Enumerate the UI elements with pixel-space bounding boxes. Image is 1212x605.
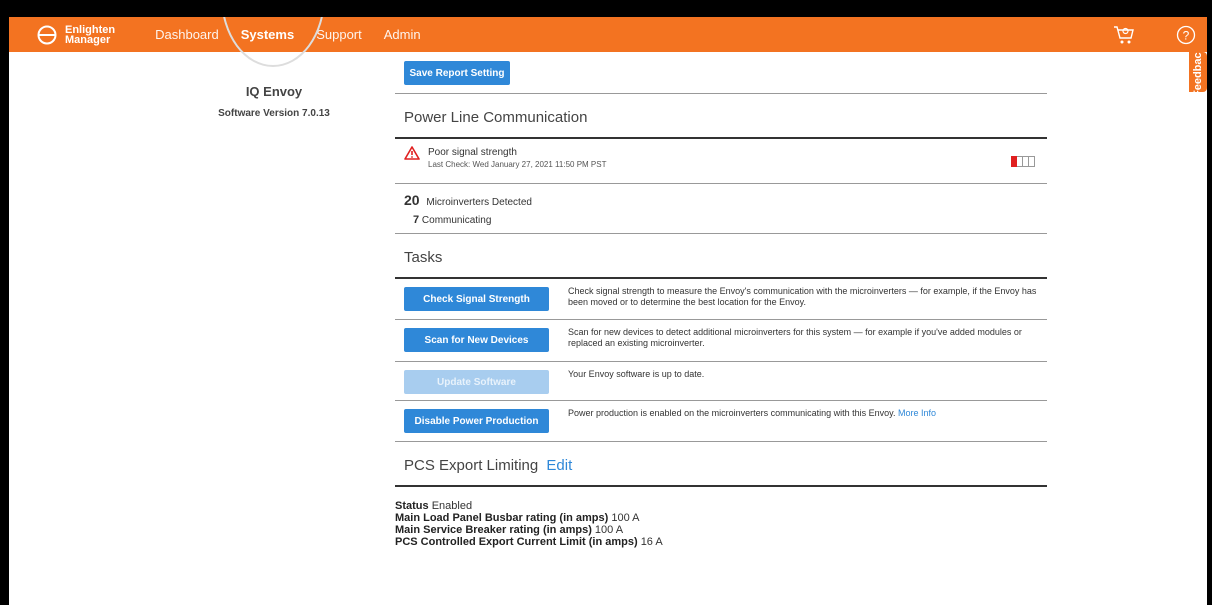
pcs-busbar-line: Main Load Panel Busbar rating (in amps) … <box>395 512 1047 524</box>
nav-dashboard[interactable]: Dashboard <box>155 27 219 42</box>
tasks-section-title: Tasks <box>395 234 1047 279</box>
nav-admin[interactable]: Admin <box>384 27 421 42</box>
pcs-limit-line: PCS Controlled Export Current Limit (in … <box>395 536 1047 548</box>
top-nav-bar: Enlighten Manager Dashboard Systems Supp… <box>9 17 1207 52</box>
check-signal-strength-button[interactable]: Check Signal Strength <box>404 287 549 311</box>
pcs-section-title: PCS Export Limiting Edit <box>395 442 1047 487</box>
pcs-breaker-line: Main Service Breaker rating (in amps) 10… <box>395 524 1047 536</box>
pcs-limit-value: 16 A <box>640 536 663 548</box>
task-row: Scan for New Devices Scan for new device… <box>395 320 1047 362</box>
topbar-actions: ? <box>1073 17 1197 52</box>
communicating-label: Communicating <box>421 215 492 226</box>
task-description: Scan for new devices to detect additiona… <box>568 327 1022 348</box>
task-description: Check signal strength to measure the Env… <box>568 286 1037 307</box>
task-row: Update Software Your Envoy software is u… <box>395 362 1047 401</box>
help-icon[interactable]: ? <box>1175 24 1197 46</box>
scan-new-devices-button[interactable]: Scan for New Devices <box>404 328 549 352</box>
signal-strength-meter <box>1011 156 1035 167</box>
pcs-busbar-label: Main Load Panel Busbar rating (in amps) <box>395 512 609 524</box>
cart-icon[interactable] <box>1113 24 1135 46</box>
microinverter-summary: 20 Microinverters Detected 7 Communicati… <box>395 184 1047 234</box>
task-row: Check Signal Strength Check signal stren… <box>395 279 1047 320</box>
pcs-breaker-label: Main Service Breaker rating (in amps) <box>395 524 592 536</box>
logo[interactable]: Enlighten Manager <box>37 24 115 46</box>
report-setting-row: Save Report Setting <box>395 52 1047 94</box>
device-image <box>221 17 325 67</box>
software-version: Software Version 7.0.13 <box>218 108 330 119</box>
svg-text:?: ? <box>1183 28 1190 42</box>
pcs-title: PCS Export Limiting <box>404 457 539 474</box>
communicating-line: 7 Communicating <box>413 214 1047 226</box>
pcs-status-line: Status Enabled <box>395 500 1047 512</box>
task-list: Check Signal Strength Check signal stren… <box>395 279 1047 442</box>
update-software-button[interactable]: Update Software <box>404 370 549 394</box>
warning-icon <box>404 146 420 165</box>
pcs-edit-link[interactable]: Edit <box>546 457 572 474</box>
pcs-details: Status Enabled Main Load Panel Busbar ra… <box>395 487 1047 548</box>
pcs-status-label: Status <box>395 500 429 512</box>
task-description: Your Envoy software is up to date. <box>568 369 705 379</box>
pcs-limit-label: PCS Controlled Export Current Limit (in … <box>395 536 638 548</box>
save-report-setting-button[interactable]: Save Report Setting <box>404 61 510 85</box>
device-name: IQ Envoy <box>245 84 303 99</box>
signal-bar <box>1029 156 1035 167</box>
detected-line: 20 Microinverters Detected <box>404 192 1047 208</box>
communicating-count: 7 <box>413 214 420 226</box>
more-info-link[interactable]: More Info <box>898 408 936 418</box>
task-description: Power production is enabled on the micro… <box>568 408 936 441</box>
logo-text: Enlighten Manager <box>65 24 115 46</box>
enlighten-logo-icon <box>37 25 57 45</box>
pcs-status-value: Enabled <box>431 500 473 512</box>
app-window: Enlighten Manager Dashboard Systems Supp… <box>9 17 1207 605</box>
pcs-busbar-value: 100 A <box>611 512 640 524</box>
signal-status: Poor signal strength <box>428 147 517 158</box>
task-description-text: Power production is enabled on the micro… <box>568 408 896 418</box>
detected-label: Microinverters Detected <box>426 197 532 208</box>
last-check: Last Check: Wed January 27, 2021 11:50 P… <box>428 160 607 169</box>
detected-count: 20 <box>404 192 420 208</box>
pcs-breaker-value: 100 A <box>594 524 624 536</box>
plc-section-title: Power Line Communication <box>395 94 1047 139</box>
task-row: Disable Power Production Power productio… <box>395 401 1047 442</box>
nav-support[interactable]: Support <box>316 27 362 42</box>
plc-status-row: Poor signal strength Last Check: Wed Jan… <box>395 139 1047 184</box>
feedback-tab[interactable]: Feedback <box>1189 52 1207 92</box>
logo-line-2: Manager <box>65 33 111 46</box>
disable-power-production-button[interactable]: Disable Power Production <box>404 409 549 433</box>
main-content: Save Report Setting Power Line Communica… <box>395 52 1047 548</box>
plc-status-text: Poor signal strength Last Check: Wed Jan… <box>428 147 1047 169</box>
